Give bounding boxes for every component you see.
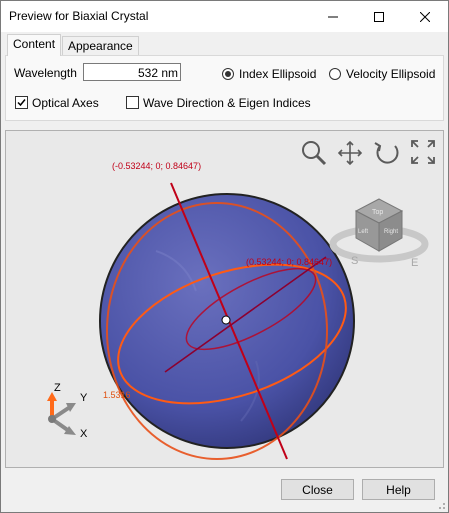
- radio-velocity-ellipsoid-label[interactable]: Velocity Ellipsoid: [346, 67, 435, 81]
- axis-triad: Z Y X: [47, 382, 88, 440]
- triad-x-label: X: [80, 428, 88, 440]
- checkmark-icon: [17, 99, 26, 107]
- cube-left-label: Left: [358, 229, 368, 235]
- checkbox-optical-axes[interactable]: [15, 96, 28, 109]
- radio-index-ellipsoid-label[interactable]: Index Ellipsoid: [239, 67, 316, 81]
- radio-index-ellipsoid[interactable]: [222, 68, 234, 80]
- content-panel: [5, 55, 444, 121]
- minimize-button[interactable]: [310, 1, 356, 32]
- dialog-window: Preview for Biaxial Crystal Content Appe…: [0, 0, 449, 513]
- tab-content[interactable]: Content: [7, 34, 62, 56]
- cube-right-label: Right: [384, 229, 398, 235]
- maximize-button[interactable]: [356, 1, 402, 32]
- checkbox-optical-axes-label[interactable]: Optical Axes: [32, 96, 99, 110]
- close-button[interactable]: Close: [281, 479, 354, 500]
- cube-top-label: Top: [372, 209, 383, 216]
- radio-velocity-ellipsoid[interactable]: [329, 68, 341, 80]
- wavelength-input[interactable]: 532 nm: [83, 63, 181, 81]
- radio-selected-dot: [225, 71, 231, 77]
- compass-east-label: E: [411, 257, 418, 269]
- minimize-icon: [328, 16, 338, 17]
- viewport-canvas[interactable]: (-0.53244; 0; 0.84647) (0.53244; 0; 0.84…: [6, 131, 443, 467]
- optical-axis-label-top: (-0.53244; 0; 0.84647): [112, 161, 201, 171]
- checkbox-wave-direction-label[interactable]: Wave Direction & Eigen Indices: [143, 96, 311, 110]
- pan-icon[interactable]: [337, 140, 363, 166]
- maximize-icon: [374, 11, 384, 22]
- close-window-button[interactable]: [402, 1, 448, 32]
- wavelength-label: Wavelength: [14, 66, 77, 80]
- help-button[interactable]: Help: [362, 479, 435, 500]
- resize-grip-icon[interactable]: [436, 500, 446, 510]
- triad-z-label: Z: [54, 382, 61, 394]
- index-value-label: 1.5316: [103, 390, 131, 400]
- zoom-icon[interactable]: [302, 141, 327, 166]
- rotate-icon[interactable]: [374, 142, 399, 164]
- checkbox-wave-direction[interactable]: [126, 96, 139, 109]
- window-title: Preview for Biaxial Crystal: [9, 9, 149, 23]
- 3d-viewport[interactable]: (-0.53244; 0; 0.84647) (0.53244; 0; 0.84…: [5, 130, 444, 468]
- optical-axis-label-right: (0.53244; 0; 0.84647): [246, 257, 332, 267]
- compass-south-label: S: [351, 255, 358, 267]
- title-bar: Preview for Biaxial Crystal: [1, 1, 448, 32]
- view-cube[interactable]: Top Left Right S E: [329, 198, 429, 269]
- tab-appearance[interactable]: Appearance: [62, 36, 139, 56]
- close-icon: [420, 11, 430, 22]
- triad-y-label: Y: [80, 392, 88, 404]
- origin-marker: [221, 315, 231, 325]
- fit-view-icon[interactable]: [411, 140, 435, 164]
